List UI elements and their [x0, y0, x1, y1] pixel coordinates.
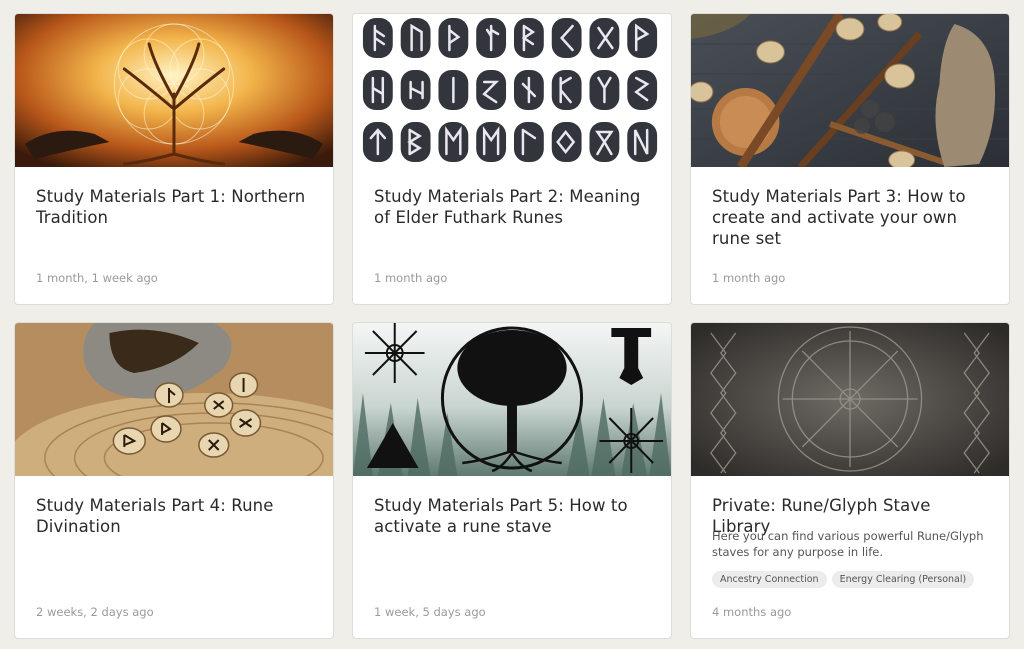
course-card[interactable]: Study Materials Part 2: Meaning of Elder… [352, 13, 672, 305]
tree-of-life-ravens-image[interactable] [15, 14, 333, 167]
rune-stones-grid-image[interactable] [353, 14, 671, 167]
card-date: 2 weeks, 2 days ago [36, 605, 154, 619]
card-title[interactable]: Study Materials Part 1: Northern Traditi… [36, 186, 315, 228]
card-title[interactable]: Study Materials Part 2: Meaning of Elder… [374, 186, 653, 228]
card-date: 4 months ago [712, 605, 792, 619]
course-card[interactable]: Study Materials Part 4: Rune Divination … [14, 322, 334, 639]
card-date: 1 month, 1 week ago [36, 271, 158, 285]
course-card[interactable]: Private: Rune/Glyph Stave Library Here y… [690, 322, 1010, 639]
norse-symbols-forest-image[interactable] [353, 323, 671, 476]
rune-pouch-divination-image[interactable] [15, 323, 333, 476]
card-description: Here you can find various powerful Rune/… [712, 529, 984, 559]
card-title[interactable]: Study Materials Part 5: How to activate … [374, 495, 653, 537]
course-card[interactable]: Study Materials Part 5: How to activate … [352, 322, 672, 639]
course-card[interactable]: Study Materials Part 1: Northern Traditi… [14, 13, 334, 305]
tag-badge[interactable]: Energy Clearing (Personal) [831, 571, 975, 588]
card-date: 1 week, 5 days ago [374, 605, 486, 619]
course-card[interactable]: Study Materials Part 3: How to create an… [690, 13, 1010, 305]
card-date: 1 month ago [374, 271, 448, 285]
wooden-runes-tools-image[interactable] [691, 14, 1009, 167]
card-title[interactable]: Study Materials Part 4: Rune Divination [36, 495, 315, 537]
course-grid: Study Materials Part 1: Northern Traditi… [0, 0, 1024, 649]
card-tags: Ancestry Connection Energy Clearing (Per… [712, 571, 975, 588]
stone-carved-stave-image[interactable] [691, 323, 1009, 476]
card-title[interactable]: Study Materials Part 3: How to create an… [712, 186, 991, 249]
tag-badge[interactable]: Ancestry Connection [712, 571, 827, 588]
card-date: 1 month ago [712, 271, 786, 285]
